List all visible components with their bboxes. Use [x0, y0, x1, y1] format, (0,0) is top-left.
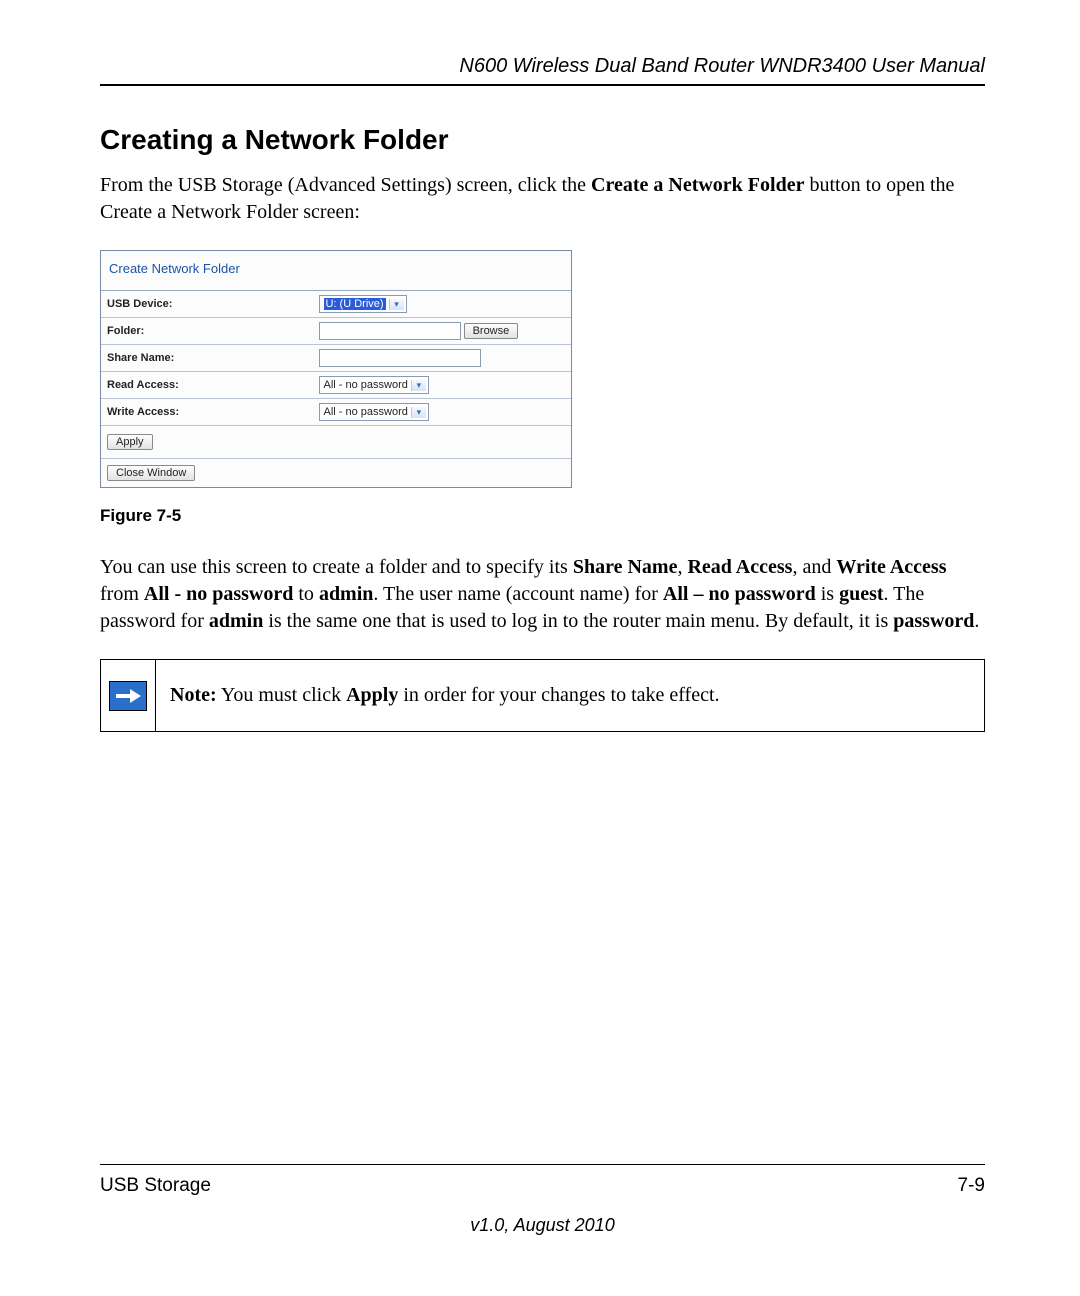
p2-b3: Write Access [836, 556, 946, 578]
page-footer: USB Storage 7-9 v1.0, August 2010 [100, 1164, 985, 1236]
apply-button[interactable]: Apply [107, 434, 153, 450]
intro-paragraph: From the USB Storage (Advanced Settings)… [100, 172, 985, 226]
p2-t5: to [293, 583, 319, 605]
footer-rule [100, 1164, 985, 1165]
p2-t2: , [677, 556, 687, 578]
p2-b4: All - no password [144, 583, 293, 605]
p2-t10: . [974, 610, 979, 632]
description-paragraph: You can use this screen to create a fold… [100, 554, 985, 635]
close-window-button[interactable]: Close Window [107, 465, 195, 481]
p2-b1: Share Name [573, 556, 678, 578]
p2-b2: Read Access [687, 556, 792, 578]
p2-b9: password [893, 610, 974, 632]
write-access-value: All - no password [324, 406, 408, 418]
note-label: Note: [170, 684, 217, 706]
note-post: in order for your changes to take effect… [398, 684, 719, 706]
apply-row: Apply [101, 426, 571, 459]
close-row: Close Window [101, 459, 571, 487]
folder-label: Folder: [101, 318, 313, 345]
doc-header-title: N600 Wireless Dual Band Router WNDR3400 … [100, 55, 985, 78]
p2-t9: is the same one that is used to log in t… [263, 610, 893, 632]
folder-input[interactable] [319, 322, 461, 340]
p2-t1: You can use this screen to create a fold… [100, 556, 573, 578]
create-network-folder-screenshot: Create Network Folder USB Device: U: (U … [100, 250, 572, 488]
intro-bold: Create a Network Folder [591, 174, 804, 196]
share-name-input[interactable] [319, 349, 481, 367]
write-access-select[interactable]: All - no password ▾ [319, 403, 429, 421]
usb-device-select[interactable]: U: (U Drive) ▾ [319, 295, 407, 313]
chevron-down-icon: ▾ [411, 407, 426, 418]
usb-device-label: USB Device: [101, 291, 313, 318]
arrow-right-icon [109, 681, 147, 711]
browse-button[interactable]: Browse [464, 323, 519, 339]
p2-t3: , and [792, 556, 836, 578]
note-box: Note: You must click Apply in order for … [100, 659, 985, 732]
form-table: USB Device: U: (U Drive) ▾ Folder: Brows… [101, 291, 571, 426]
footer-page-number: 7-9 [958, 1175, 985, 1197]
p2-b8: admin [209, 610, 263, 632]
chevron-down-icon: ▾ [411, 380, 426, 391]
note-pre: You must click [217, 684, 346, 706]
p2-b5: admin [319, 583, 373, 605]
footer-left: USB Storage [100, 1175, 211, 1197]
read-access-select[interactable]: All - no password ▾ [319, 376, 429, 394]
intro-pre: From the USB Storage (Advanced Settings)… [100, 174, 591, 196]
footer-version: v1.0, August 2010 [100, 1215, 985, 1236]
p2-b6: All – no password [663, 583, 816, 605]
read-access-label: Read Access: [101, 372, 313, 399]
note-icon-cell [101, 660, 156, 731]
note-bold: Apply [346, 684, 398, 706]
write-access-label: Write Access: [101, 399, 313, 426]
p2-t7: is [816, 583, 839, 605]
figure-caption: Figure 7-5 [100, 506, 985, 526]
p2-t6: . The user name (account name) for [373, 583, 663, 605]
read-access-value: All - no password [324, 379, 408, 391]
p2-b7: guest [839, 583, 883, 605]
note-text: Note: You must click Apply in order for … [156, 660, 734, 731]
chevron-down-icon: ▾ [389, 299, 404, 310]
share-name-label: Share Name: [101, 345, 313, 372]
section-heading: Creating a Network Folder [100, 124, 985, 156]
header-rule [100, 84, 985, 86]
dialog-title: Create Network Folder [101, 251, 571, 291]
p2-t4: from [100, 583, 144, 605]
usb-device-value: U: (U Drive) [324, 298, 386, 310]
